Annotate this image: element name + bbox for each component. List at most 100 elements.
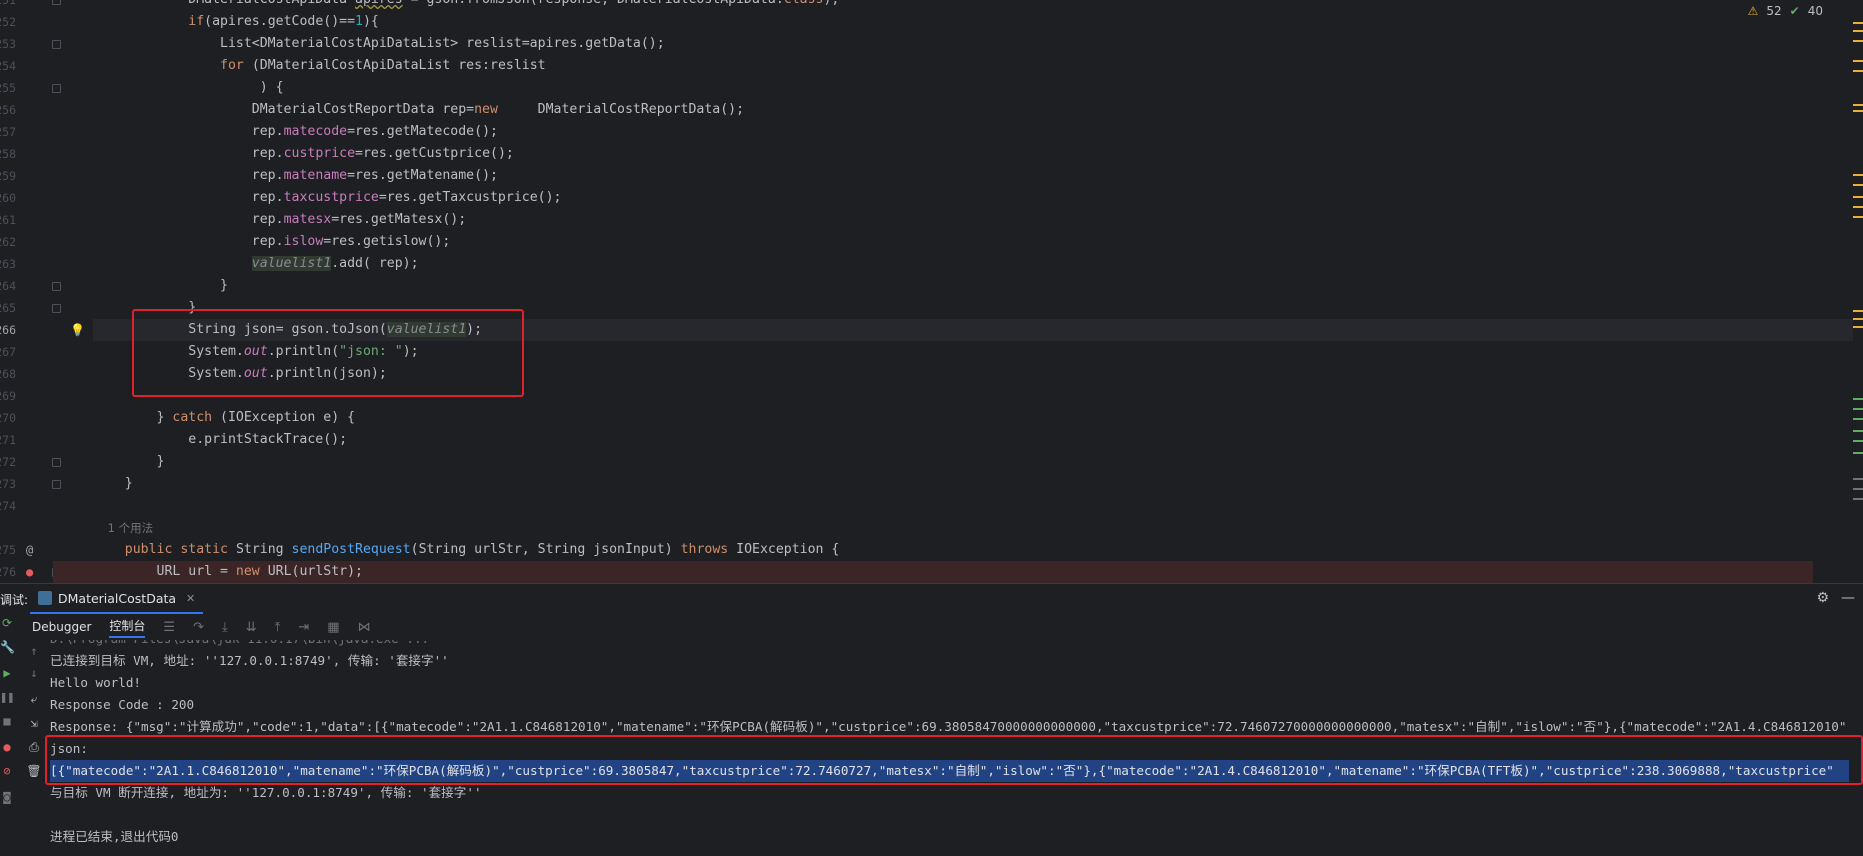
line-number[interactable]: 269 bbox=[0, 385, 16, 407]
line-number[interactable]: 273 bbox=[0, 473, 16, 495]
line-number[interactable]: 258 bbox=[0, 143, 16, 165]
stripe-mark[interactable] bbox=[1853, 206, 1863, 208]
line-number[interactable]: 265 bbox=[0, 297, 16, 319]
line-number[interactable]: 266 bbox=[0, 319, 16, 341]
code-line[interactable]: for (DMaterialCostApiDataList res:reslis… bbox=[93, 55, 1853, 77]
stripe-mark[interactable] bbox=[1853, 488, 1863, 490]
stripe-mark[interactable] bbox=[1853, 326, 1863, 328]
console-line[interactable]: 已连接到目标 VM, 地址: ''127.0.0.1:8749', 传输: '套… bbox=[50, 650, 1849, 672]
stripe-mark[interactable] bbox=[1853, 184, 1863, 186]
console-line[interactable]: D:\Program Files\Java\jdk-11.0.17\bin\ja… bbox=[50, 640, 1849, 650]
step-over-icon[interactable]: ↷ bbox=[193, 620, 204, 635]
code-line[interactable] bbox=[93, 495, 1853, 517]
code-line[interactable]: } bbox=[93, 473, 1853, 495]
stripe-mark[interactable] bbox=[1853, 216, 1863, 218]
stripe-mark[interactable] bbox=[1853, 70, 1863, 72]
code-line[interactable]: rep.matesx=res.getMatesx(); bbox=[93, 209, 1853, 231]
settings-icon[interactable]: 🔧 bbox=[0, 640, 15, 654]
code-line[interactable]: DMaterialCostApiData apires = gson.fromJ… bbox=[93, 0, 1853, 11]
fold-icon[interactable] bbox=[52, 0, 61, 5]
stripe-mark[interactable] bbox=[1853, 22, 1863, 24]
evaluate-icon[interactable]: ▦ bbox=[327, 620, 339, 635]
fold-icon[interactable] bbox=[52, 282, 61, 291]
code-line[interactable]: e.printStackTrace(); bbox=[93, 429, 1853, 451]
inspection-widget[interactable]: ⚠ 52 ✔ 40 bbox=[1748, 4, 1823, 18]
console-line[interactable] bbox=[50, 804, 1849, 826]
minimize-icon[interactable]: — bbox=[1841, 590, 1855, 606]
rerun-icon[interactable]: ⟳ bbox=[0, 616, 14, 630]
line-number[interactable]: 259 bbox=[0, 165, 16, 187]
code-area[interactable]: DMaterialCostApiData apires = gson.fromJ… bbox=[53, 0, 1853, 583]
line-number[interactable]: 255 bbox=[0, 77, 16, 99]
line-number[interactable]: 272 bbox=[0, 451, 16, 473]
code-line[interactable]: rep.matename=res.getMatename(); bbox=[93, 165, 1853, 187]
stripe-mark[interactable] bbox=[1853, 418, 1863, 420]
code-line[interactable]: URL url = new URL(urlStr); bbox=[53, 561, 1813, 583]
code-editor[interactable]: 2512522532542552562572582592602612622632… bbox=[0, 0, 1863, 583]
stripe-mark[interactable] bbox=[1853, 498, 1863, 500]
stripe-mark[interactable] bbox=[1853, 40, 1863, 42]
stripe-mark[interactable] bbox=[1853, 310, 1863, 312]
force-step-into-icon[interactable]: ⇊ bbox=[246, 620, 257, 635]
mute-breakpoints-icon[interactable]: ⊘ bbox=[0, 764, 14, 778]
trash-icon[interactable]: 🗑 bbox=[24, 764, 44, 778]
code-line[interactable]: if(apires.getCode()==1){ bbox=[93, 11, 1853, 33]
step-out-icon[interactable]: ⤒ bbox=[275, 620, 281, 635]
line-number[interactable]: 271 bbox=[0, 429, 16, 451]
print-icon[interactable]: ⎙ bbox=[24, 740, 44, 755]
stripe-mark[interactable] bbox=[1853, 398, 1863, 400]
implements-icon[interactable]: @ bbox=[26, 539, 33, 561]
scroll-down-icon[interactable]: ↓ bbox=[24, 666, 44, 680]
line-number[interactable]: 260 bbox=[0, 187, 16, 209]
line-number[interactable]: 261 bbox=[0, 209, 16, 231]
line-number[interactable]: 267 bbox=[0, 341, 16, 363]
soft-wrap-icon[interactable]: ⤶ bbox=[24, 692, 44, 707]
usage-hint[interactable]: 1 个用法 bbox=[93, 517, 1853, 539]
scroll-up-icon[interactable]: ↑ bbox=[24, 644, 44, 658]
line-number[interactable]: 263 bbox=[0, 253, 16, 275]
code-line[interactable]: List<DMaterialCostApiDataList> reslist=a… bbox=[93, 33, 1853, 55]
fold-icon[interactable] bbox=[52, 84, 61, 93]
layout-icon[interactable]: ☰ bbox=[163, 620, 175, 635]
console-line[interactable]: 与目标 VM 断开连接, 地址为: ''127.0.0.1:8749', 传输:… bbox=[50, 782, 1849, 804]
stripe-mark[interactable] bbox=[1853, 478, 1863, 480]
code-line[interactable]: rep.custprice=res.getCustprice(); bbox=[93, 143, 1853, 165]
stripe-mark[interactable] bbox=[1853, 30, 1863, 32]
line-number[interactable]: 252 bbox=[0, 11, 16, 33]
console-line[interactable]: Response Code : 200 bbox=[50, 694, 1849, 716]
tab-console[interactable]: 控制台 bbox=[109, 617, 146, 638]
fold-icon[interactable] bbox=[52, 480, 61, 489]
tab-debugger[interactable]: Debugger bbox=[32, 620, 91, 634]
line-number[interactable]: 274 bbox=[0, 495, 16, 517]
resume-icon[interactable]: ▶ bbox=[0, 666, 14, 680]
bulb-icon[interactable]: 💡 bbox=[70, 319, 85, 341]
fold-icon[interactable] bbox=[52, 458, 61, 467]
error-stripe[interactable] bbox=[1853, 0, 1863, 583]
line-number[interactable]: 254 bbox=[0, 55, 16, 77]
line-number[interactable]: 251 bbox=[0, 0, 16, 11]
line-number[interactable]: 253 bbox=[0, 33, 16, 55]
editor-gutter[interactable]: 2512522532542552562572582592602612622632… bbox=[0, 0, 80, 583]
code-line[interactable]: rep.islow=res.getislow(); bbox=[93, 231, 1853, 253]
line-number[interactable]: 275 bbox=[0, 539, 16, 561]
line-number[interactable]: 264 bbox=[0, 275, 16, 297]
stripe-mark[interactable] bbox=[1853, 430, 1863, 432]
code-line[interactable]: valuelist1.add( rep); bbox=[93, 253, 1853, 275]
run-to-cursor-icon[interactable]: ⇥ bbox=[298, 620, 309, 635]
stripe-mark[interactable] bbox=[1853, 440, 1863, 442]
code-line[interactable]: } bbox=[93, 451, 1853, 473]
stripe-mark[interactable] bbox=[1853, 196, 1863, 198]
close-icon[interactable]: ✕ bbox=[186, 592, 195, 605]
stripe-mark[interactable] bbox=[1853, 452, 1863, 454]
scroll-end-icon[interactable]: ⇲ bbox=[24, 716, 44, 730]
camera-icon[interactable]: ◙ bbox=[0, 790, 14, 804]
gear-icon[interactable]: ⚙ bbox=[1816, 590, 1829, 606]
code-line[interactable]: public static String sendPostRequest(Str… bbox=[93, 539, 1853, 561]
code-line[interactable]: rep.taxcustprice=res.getTaxcustprice(); bbox=[93, 187, 1853, 209]
stripe-mark[interactable] bbox=[1853, 408, 1863, 410]
code-line[interactable]: DMaterialCostReportData rep=new DMateria… bbox=[93, 99, 1853, 121]
fold-icon[interactable] bbox=[52, 40, 61, 49]
line-number[interactable]: 268 bbox=[0, 363, 16, 385]
view-breakpoints-icon[interactable]: ● bbox=[0, 740, 14, 754]
line-number[interactable]: 270 bbox=[0, 407, 16, 429]
